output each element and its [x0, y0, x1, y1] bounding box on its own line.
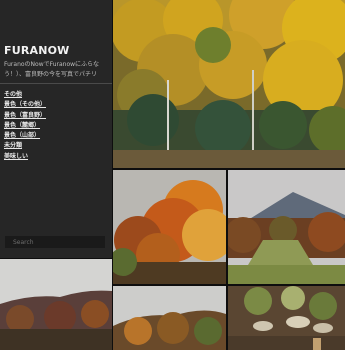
- sidebar-divider: [0, 83, 112, 84]
- autumn-forest-photo: [113, 0, 345, 168]
- mountain-meadow-photo: [228, 170, 345, 284]
- sidebar: FURANOW FuranoのNowでFuranowにふらな う！）、富良野の今…: [0, 0, 112, 258]
- autumn-tree-photo: [113, 170, 226, 284]
- site-tagline-text: FuranoのNowでFuranowにふらな う！）、富良野の今を写真でパチリ: [4, 61, 100, 78]
- photo-tile-autumn-tree[interactable]: [113, 170, 226, 284]
- category-link-scenery-furano[interactable]: 景色（富良野）: [4, 111, 46, 121]
- photo-tile-autumn-forest[interactable]: [113, 0, 345, 168]
- site-title[interactable]: FURANOW: [4, 44, 70, 57]
- category-link-delicious[interactable]: 美味しい: [4, 152, 46, 162]
- photo-tile-mountain-meadow[interactable]: [228, 170, 345, 284]
- category-link-other[interactable]: その他: [4, 90, 46, 100]
- category-menu: その他 景色（その他） 景色（富良野） 景色（麓郷） 景色（山部） 未分類 美味…: [4, 90, 46, 162]
- photo-tile-autumn-hill[interactable]: [0, 259, 112, 350]
- autumn-hill-photo: [0, 259, 112, 350]
- category-link-uncategorized[interactable]: 未分類: [4, 141, 46, 151]
- photo-tile-treeline[interactable]: [113, 286, 226, 350]
- garden-photo: [228, 286, 345, 350]
- site-tagline: FuranoのNowでFuranowにふらな う！）、富良野の今を写真でパチリ: [4, 60, 112, 80]
- category-link-scenery-other[interactable]: 景色（その他）: [4, 100, 46, 110]
- category-link-scenery-rokugo[interactable]: 景色（麓郷）: [4, 121, 46, 131]
- treeline-photo: [113, 286, 226, 350]
- search-input[interactable]: [5, 236, 105, 248]
- photo-tile-garden[interactable]: [228, 286, 345, 350]
- category-link-scenery-yamabe[interactable]: 景色（山部）: [4, 131, 46, 141]
